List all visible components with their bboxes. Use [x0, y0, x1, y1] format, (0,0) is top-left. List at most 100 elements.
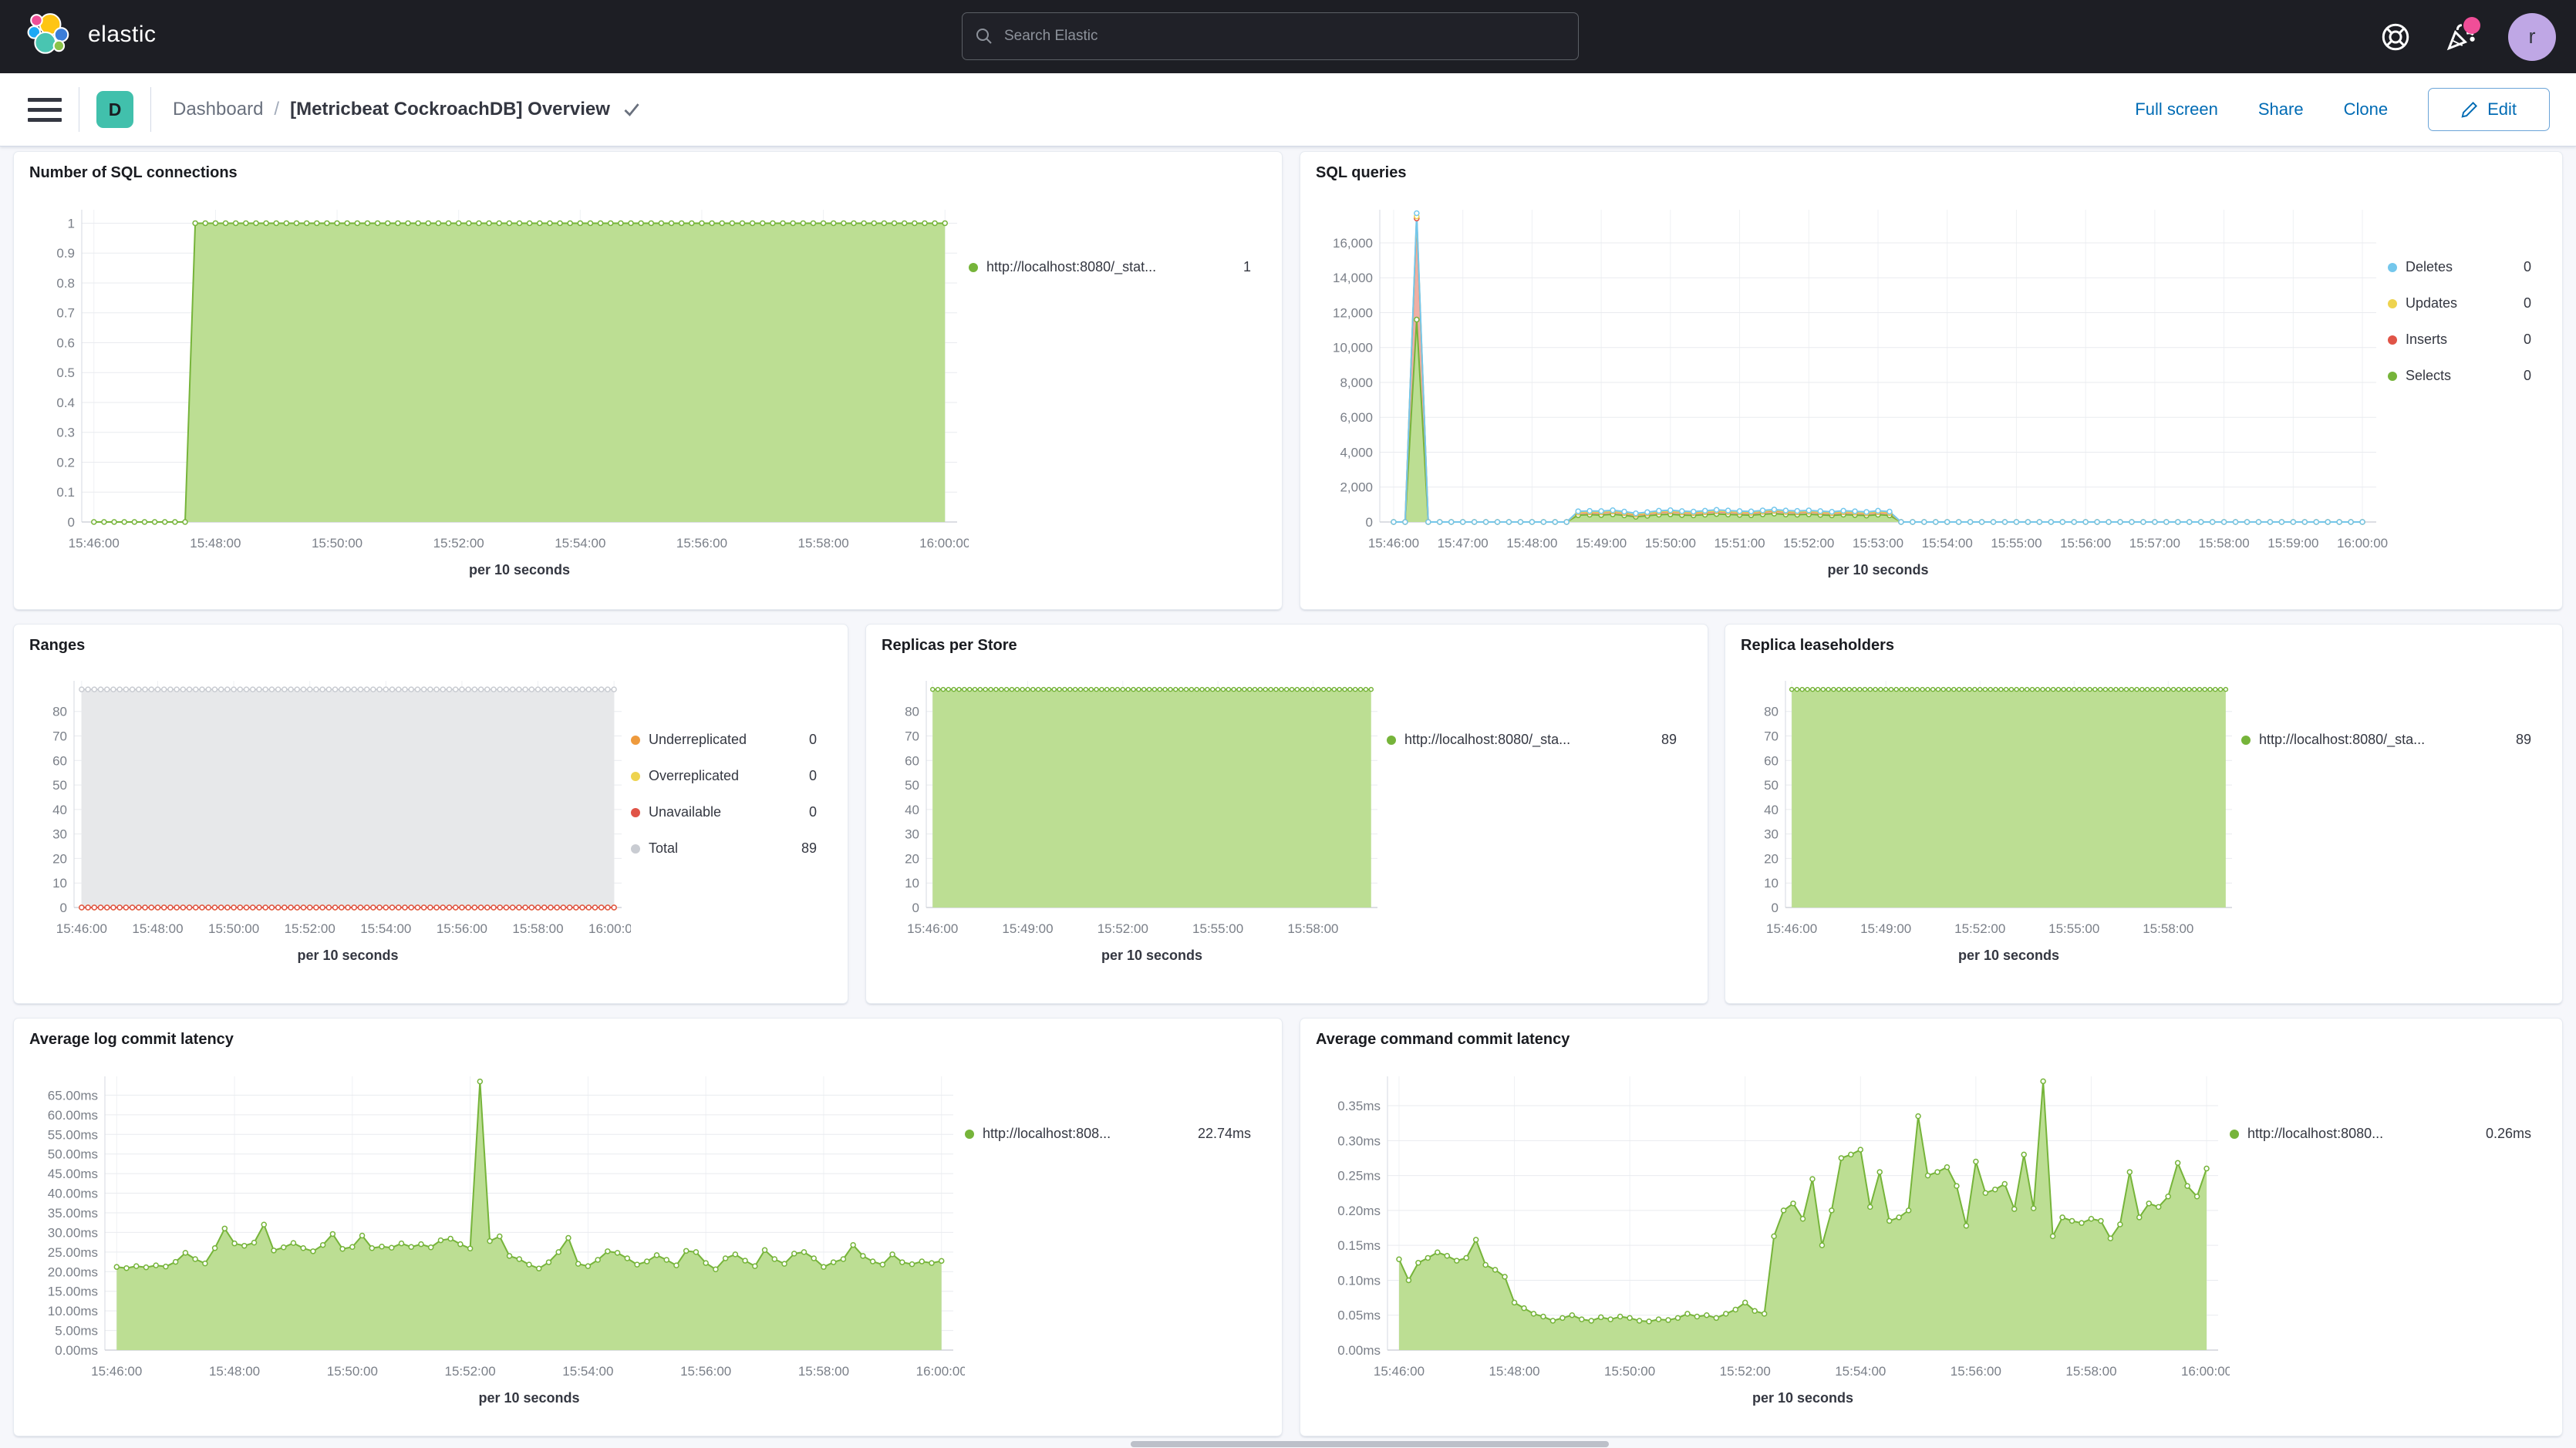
- svg-text:15:50:00: 15:50:00: [327, 1364, 378, 1379]
- svg-text:15:46:00: 15:46:00: [91, 1364, 142, 1379]
- svg-text:15:58:00: 15:58:00: [2143, 921, 2193, 936]
- ranges-chart[interactable]: 0102030405060708015:46:0015:48:0015:50:0…: [28, 667, 631, 975]
- svg-text:16:00:00: 16:00:00: [919, 536, 969, 551]
- chart-legend: http://localhost:808...22.74ms: [965, 1061, 1268, 1416]
- legend-label: Total: [649, 840, 678, 857]
- pencil-icon: [2461, 101, 2478, 118]
- legend-item[interactable]: http://localhost:8080...0.26ms: [2230, 1126, 2531, 1142]
- svg-text:15:49:00: 15:49:00: [1002, 921, 1053, 936]
- replicas-per-store-chart[interactable]: 0102030405060708015:46:0015:49:0015:52:0…: [880, 667, 1387, 975]
- svg-text:8,000: 8,000: [1340, 375, 1373, 390]
- avg-command-commit-latency-chart[interactable]: 0.00ms0.05ms0.10ms0.15ms0.20ms0.25ms0.30…: [1314, 1061, 2230, 1416]
- svg-text:0.30ms: 0.30ms: [1337, 1133, 1381, 1148]
- sql-connections-chart[interactable]: 00.10.20.30.40.50.60.70.80.9115:46:0015:…: [28, 194, 969, 584]
- divider: [150, 87, 151, 132]
- elastic-logo[interactable]: elastic: [26, 11, 157, 59]
- legend-item[interactable]: Underreplicated0: [631, 732, 817, 748]
- svg-text:0.1: 0.1: [56, 485, 75, 500]
- svg-text:15:51:00: 15:51:00: [1714, 536, 1765, 551]
- svg-text:15:58:00: 15:58:00: [798, 1364, 849, 1379]
- legend-value: 89: [2505, 732, 2531, 748]
- legend-value: 0: [798, 732, 817, 748]
- svg-text:15:49:00: 15:49:00: [1576, 536, 1627, 551]
- svg-text:10: 10: [52, 876, 67, 891]
- edit-button[interactable]: Edit: [2428, 88, 2550, 131]
- svg-text:50: 50: [1764, 778, 1779, 793]
- svg-text:30: 30: [52, 827, 67, 842]
- svg-text:70: 70: [1764, 729, 1779, 744]
- breadcrumb-dashboard[interactable]: Dashboard: [173, 99, 263, 120]
- replica-leaseholders-chart[interactable]: 0102030405060708015:46:0015:49:0015:52:0…: [1739, 667, 2241, 975]
- series-color-dot: [2388, 299, 2397, 308]
- svg-text:15:48:00: 15:48:00: [1489, 1364, 1539, 1379]
- global-search[interactable]: [962, 12, 1579, 60]
- svg-text:0.8: 0.8: [56, 276, 75, 291]
- horizontal-scrollbar[interactable]: [1131, 1441, 1609, 1447]
- clone-button[interactable]: Clone: [2344, 99, 2388, 120]
- help-icon[interactable]: [2379, 20, 2412, 54]
- svg-text:15:50:00: 15:50:00: [312, 536, 362, 551]
- legend-label: http://localhost:808...: [983, 1126, 1111, 1142]
- legend-item[interactable]: Unavailable0: [631, 804, 817, 820]
- svg-text:10: 10: [905, 876, 919, 891]
- svg-text:50: 50: [52, 778, 67, 793]
- legend-item[interactable]: Deletes0: [2388, 259, 2531, 275]
- svg-text:15:56:00: 15:56:00: [1951, 1364, 2001, 1379]
- svg-text:0.4: 0.4: [56, 396, 75, 410]
- panel-title: Replicas per Store: [866, 625, 1708, 655]
- menu-icon[interactable]: [28, 98, 62, 122]
- legend-item[interactable]: Inserts0: [2388, 332, 2531, 348]
- svg-text:80: 80: [1764, 705, 1779, 719]
- search-input[interactable]: [1003, 27, 1566, 45]
- panel-title: Replica leaseholders: [1725, 625, 2562, 655]
- saved-check-icon[interactable]: [622, 100, 641, 119]
- series-color-dot: [1387, 736, 1396, 745]
- full-screen-button[interactable]: Full screen: [2135, 99, 2218, 120]
- svg-text:15:55:00: 15:55:00: [2048, 921, 2099, 936]
- svg-text:15:52:00: 15:52:00: [445, 1364, 496, 1379]
- svg-text:50.00ms: 50.00ms: [48, 1147, 98, 1162]
- legend-item[interactable]: http://localhost:8080/_stat...1: [969, 259, 1251, 275]
- panel-title: Average command commit latency: [1300, 1019, 2562, 1049]
- svg-text:15:58:00: 15:58:00: [2199, 536, 2250, 551]
- sql-queries-chart[interactable]: 02,0004,0006,0008,00010,00012,00014,0001…: [1314, 194, 2388, 584]
- chart-legend: Deletes0 Updates0 Inserts0 Selects0: [2388, 194, 2548, 584]
- legend-item[interactable]: http://localhost:8080/_sta...89: [1387, 732, 1677, 748]
- user-avatar[interactable]: r: [2508, 13, 2556, 61]
- legend-item[interactable]: Overreplicated0: [631, 768, 817, 784]
- page-title[interactable]: [Metricbeat CockroachDB] Overview: [290, 99, 610, 120]
- svg-text:30.00ms: 30.00ms: [48, 1225, 98, 1240]
- series-color-dot: [2388, 263, 2397, 272]
- legend-item[interactable]: http://localhost:8080/_sta...89: [2241, 732, 2531, 748]
- legend-item[interactable]: Total 89: [631, 840, 817, 857]
- legend-item[interactable]: Updates0: [2388, 295, 2531, 311]
- series-color-dot: [631, 736, 640, 745]
- svg-text:0: 0: [60, 901, 67, 915]
- dashboard-app-badge[interactable]: D: [96, 91, 133, 128]
- svg-text:70: 70: [52, 729, 67, 744]
- svg-text:16:00:00: 16:00:00: [2181, 1364, 2230, 1379]
- legend-item[interactable]: http://localhost:808...22.74ms: [965, 1126, 1251, 1142]
- svg-text:50: 50: [905, 778, 919, 793]
- svg-text:12,000: 12,000: [1333, 305, 1373, 320]
- avg-log-commit-latency-chart[interactable]: 0.00ms5.00ms10.00ms15.00ms20.00ms25.00ms…: [28, 1061, 965, 1416]
- svg-text:2,000: 2,000: [1340, 480, 1373, 495]
- panel-avg-log-commit-latency: Average log commit latency 0.00ms5.00ms1…: [13, 1018, 1283, 1436]
- legend-item[interactable]: Selects0: [2388, 368, 2531, 384]
- svg-text:60: 60: [905, 753, 919, 768]
- whats-new-icon[interactable]: [2443, 20, 2477, 54]
- legend-value: 89: [791, 840, 817, 857]
- svg-text:15:58:00: 15:58:00: [2065, 1364, 2116, 1379]
- legend-value: 0: [798, 768, 817, 784]
- panel-replicas-per-store: Replicas per Store 0102030405060708015:4…: [865, 624, 1708, 1004]
- panel-ranges: Ranges 0102030405060708015:46:0015:48:00…: [13, 624, 848, 1004]
- svg-text:0.00ms: 0.00ms: [1337, 1343, 1381, 1358]
- legend-value: 89: [1650, 732, 1677, 748]
- share-button[interactable]: Share: [2258, 99, 2304, 120]
- breadcrumb-separator: /: [274, 99, 279, 120]
- svg-text:60.00ms: 60.00ms: [48, 1108, 98, 1123]
- legend-value: 0: [2513, 259, 2531, 275]
- legend-value: 0: [2513, 332, 2531, 348]
- svg-text:55.00ms: 55.00ms: [48, 1127, 98, 1142]
- svg-text:80: 80: [52, 705, 67, 719]
